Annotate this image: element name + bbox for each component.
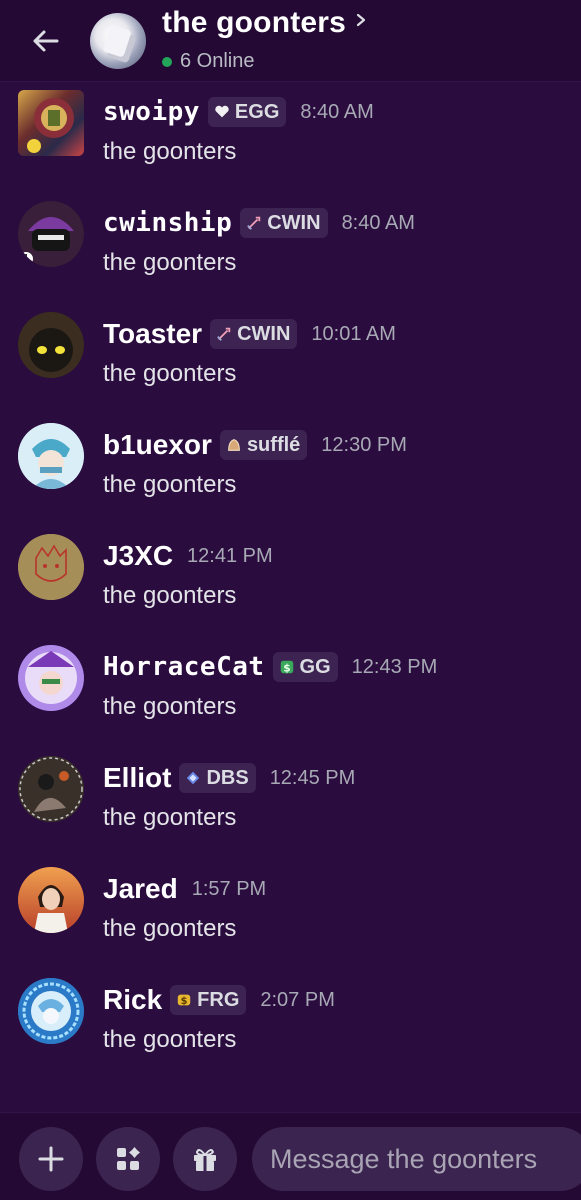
username[interactable]: HorraceCat	[103, 652, 265, 682]
username[interactable]: Toaster	[103, 318, 202, 350]
arrow-left-icon	[33, 30, 59, 52]
message-text: the goonters	[103, 471, 237, 498]
guild-tag[interactable]: sufflé	[219, 430, 308, 460]
apps-button[interactable]	[96, 1127, 160, 1191]
dollar-icon: $	[278, 658, 296, 676]
group-title-button[interactable]: the goonters	[162, 6, 368, 40]
message-text: the goonters	[103, 915, 237, 942]
message-input[interactable]	[252, 1127, 581, 1191]
message-item[interactable]: Rick $ FRG 2:07 PM the goonters	[0, 970, 581, 1070]
message-item[interactable]: HorraceCat $ GG 12:43 PM the goonters	[0, 637, 581, 737]
message-item[interactable]: Elliot DBS 12:45 PM the goonters	[0, 748, 581, 848]
username[interactable]: swoipy	[103, 97, 200, 127]
online-dot-icon	[162, 56, 172, 67]
message-item[interactable]: Toaster CWIN 10:01 AM the goonters	[0, 304, 581, 404]
chat-header: the goonters 6 Online	[0, 0, 581, 82]
gift-icon	[194, 1149, 216, 1171]
username[interactable]: Rick	[103, 984, 162, 1016]
message-header: Jared 1:57 PM	[103, 869, 266, 909]
message-header: b1uexor sufflé 12:30 PM	[103, 425, 407, 465]
message-item[interactable]: swoipy EGG 8:40 AM the goonters	[0, 82, 581, 182]
timestamp: 1:57 PM	[191, 877, 267, 900]
guild-tag[interactable]: $ GG	[272, 652, 338, 682]
guild-tag-label: EGG	[234, 100, 280, 123]
message-header: Toaster CWIN 10:01 AM	[103, 314, 396, 354]
timestamp: 8:40 AM	[341, 211, 415, 234]
guild-tag[interactable]: CWIN	[240, 208, 328, 238]
message-header: Rick $ FRG 2:07 PM	[103, 980, 335, 1020]
guild-tag-label: FRG	[197, 988, 240, 1011]
timestamp: 8:40 AM	[300, 100, 374, 123]
username[interactable]: cwinship	[103, 208, 232, 238]
message-text: the goonters	[103, 138, 237, 165]
guild-tag-label: DBS	[206, 766, 249, 789]
message-header: cwinship CWIN 8:40 AM	[103, 203, 415, 243]
message-item[interactable]: cwinship CWIN 8:40 AM the goonters	[0, 193, 581, 293]
message-header: HorraceCat $ GG 12:43 PM	[103, 647, 437, 687]
chat-screen: the goonters 6 Online swoipy EGG 8:40 AM…	[0, 0, 581, 1200]
guild-tag[interactable]: CWIN	[210, 319, 298, 349]
group-avatar[interactable]	[90, 13, 146, 69]
message-text: the goonters	[103, 693, 237, 720]
avatar[interactable]	[18, 201, 84, 267]
sword-icon	[215, 325, 233, 343]
username[interactable]: J3XC	[103, 540, 173, 572]
heart-icon	[213, 103, 231, 121]
online-count: 6 Online	[180, 50, 255, 72]
sword-icon	[245, 214, 263, 232]
message-item[interactable]: Jared 1:57 PM the goonters	[0, 859, 581, 959]
avatar[interactable]	[18, 90, 84, 156]
avatar[interactable]	[18, 423, 84, 489]
avatar[interactable]	[18, 756, 84, 822]
avatar[interactable]	[18, 534, 84, 600]
plus-icon	[38, 1146, 64, 1172]
back-button[interactable]	[22, 18, 68, 64]
message-header: swoipy EGG 8:40 AM	[103, 92, 374, 132]
add-attachment-button[interactable]	[19, 1127, 83, 1191]
avatar[interactable]	[18, 312, 84, 378]
message-text: the goonters	[103, 582, 237, 609]
timestamp: 12:41 PM	[187, 544, 273, 567]
username[interactable]: Jared	[103, 873, 178, 905]
avatar[interactable]	[18, 867, 84, 933]
avatar[interactable]	[18, 978, 84, 1044]
guild-tag-label: CWIN	[267, 211, 321, 234]
message-item[interactable]: J3XC 12:41 PM the goonters	[0, 526, 581, 626]
guild-tag-label: sufflé	[246, 433, 301, 456]
message-composer	[0, 1112, 581, 1200]
chevron-right-icon	[356, 13, 366, 27]
group-title: the goonters	[162, 6, 347, 39]
message-text: the goonters	[103, 804, 237, 831]
apps-icon	[117, 1147, 140, 1170]
guild-tag[interactable]: EGG	[207, 97, 287, 127]
message-text: the goonters	[103, 1026, 237, 1053]
svg-text:$: $	[181, 996, 188, 1007]
bread-icon	[225, 436, 243, 454]
timestamp: 10:01 AM	[311, 322, 396, 345]
timestamp: 12:45 PM	[269, 766, 356, 789]
username[interactable]: Elliot	[103, 762, 171, 794]
coin-icon: $	[175, 991, 193, 1009]
gift-button[interactable]	[173, 1127, 237, 1191]
online-status: 6 Online	[162, 50, 255, 73]
diamond-icon	[184, 769, 202, 787]
avatar[interactable]	[18, 645, 84, 711]
timestamp: 2:07 PM	[260, 988, 335, 1011]
message-header: Elliot DBS 12:45 PM	[103, 758, 355, 798]
message-text: the goonters	[103, 360, 237, 387]
timestamp: 12:30 PM	[321, 433, 407, 456]
guild-tag-label: CWIN	[237, 322, 291, 345]
guild-tag[interactable]: DBS	[179, 763, 256, 793]
message-header: J3XC 12:41 PM	[103, 536, 273, 576]
svg-text:$: $	[283, 661, 290, 674]
guild-tag[interactable]: $ FRG	[170, 985, 247, 1015]
timestamp: 12:43 PM	[351, 655, 438, 678]
message-text: the goonters	[103, 249, 237, 276]
message-item[interactable]: b1uexor sufflé 12:30 PM the goonters	[0, 415, 581, 515]
username[interactable]: b1uexor	[103, 429, 212, 461]
guild-tag-label: GG	[299, 655, 331, 678]
